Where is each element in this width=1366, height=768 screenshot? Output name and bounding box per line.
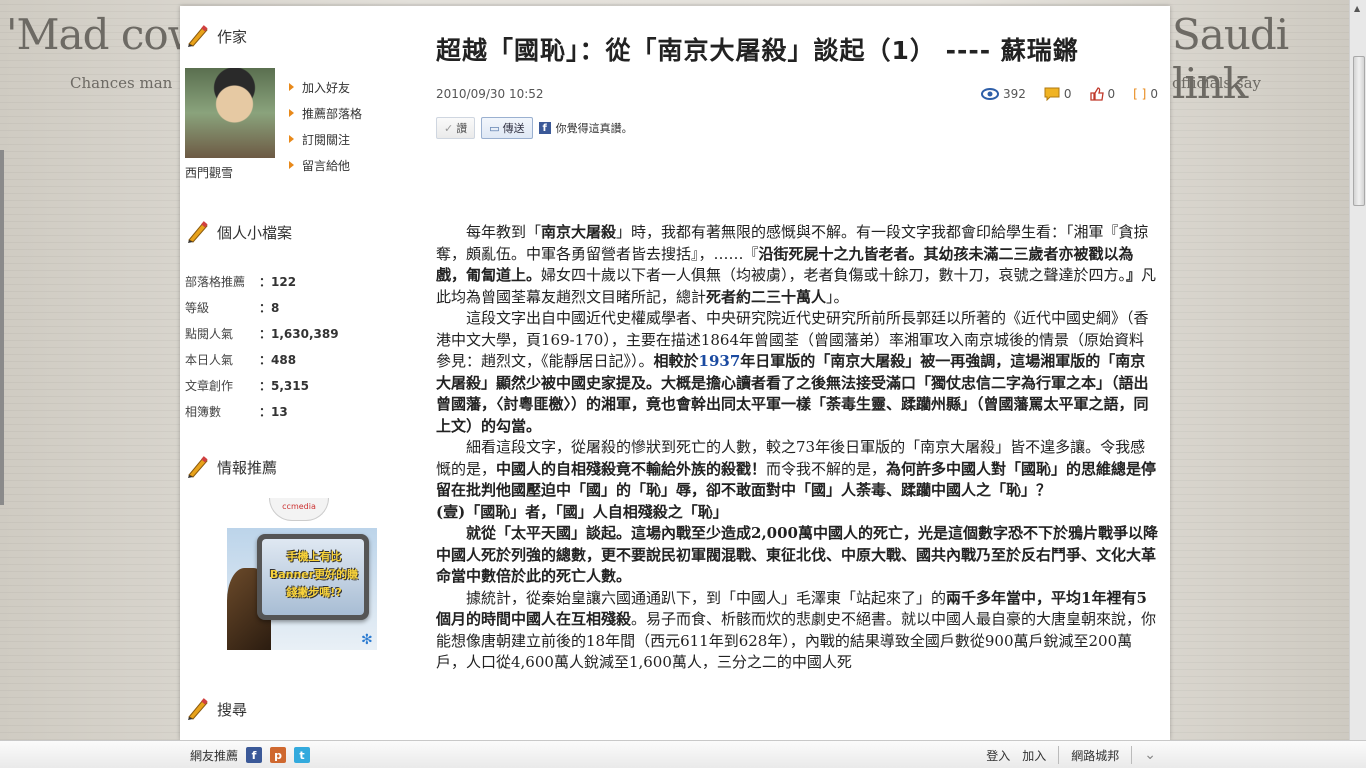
join-link[interactable]: 加入 <box>1022 747 1046 764</box>
search-heading-label: 搜尋 <box>217 700 248 719</box>
login-link[interactable]: 登入 <box>986 747 1010 764</box>
recommend-blog-link[interactable]: 推薦部落格 <box>289 100 362 126</box>
article-title: 超越「國恥」：從「南京大屠殺」談起（1） ---- 蘇瑞鏘 <box>436 36 1079 65</box>
add-friend-link[interactable]: 加入好友 <box>289 74 362 100</box>
eye-icon <box>980 88 999 100</box>
info-heading-label: 情報推薦 <box>217 458 278 477</box>
scrollbar-thumb[interactable] <box>1353 56 1365 206</box>
article-body: 每年教到「南京大屠殺」時，我都有著無限的感慨與不解。有一段文字我都會印給學生看：… <box>436 222 1158 674</box>
promo-text: 手機上有比Banner更好的賺錢撇步嗎!? <box>269 550 359 599</box>
arrow-icon <box>289 135 294 143</box>
thumbs-up-icon <box>1089 87 1104 101</box>
pencil-icon <box>185 220 211 244</box>
plurk-icon[interactable]: p <box>270 747 287 763</box>
like-button[interactable]: ✓ 讚 <box>436 117 476 139</box>
ccmedia-logo: ccmedia <box>269 498 329 521</box>
article-main: 超越「國恥」：從「南京大屠殺」談起（1） ---- 蘇瑞鏘 2010/09/30… <box>436 30 1158 671</box>
comments-counter[interactable]: 0 <box>1044 87 1072 101</box>
stat-row: 點閱人氣 ：1,630,389 <box>185 326 339 341</box>
paragraph: 細看這段文字，從屠殺的慘狀到死亡的人數，較之73年後日軍版的「南京大屠殺」皆不遑… <box>436 438 1157 499</box>
bg-headline-left: 'Mad cow <box>6 10 204 59</box>
subscribe-link[interactable]: 訂閱關注 <box>289 126 362 152</box>
twitter-icon[interactable]: t <box>294 747 311 763</box>
stat-row: 本日人氣 ：488 <box>185 352 297 367</box>
comment-icon <box>1044 87 1060 101</box>
views-counter: 392 <box>980 87 1026 101</box>
share-bar: 網友推薦 f p t <box>190 741 311 768</box>
chevron-down-icon[interactable]: ⌄ <box>1144 747 1156 763</box>
bg-headline-right: Saudi link <box>1172 10 1289 108</box>
paragraph: 據統計，從秦始皇讓六國通通趴下，到「中國人」毛澤東「站起來了」的兩千多年當中，平… <box>436 588 1157 672</box>
facebook-like[interactable]: f 你覺得這真讚。 <box>538 120 633 136</box>
pencil-icon <box>185 697 211 721</box>
divider <box>1058 746 1060 764</box>
bg-subhead-right: officials say <box>1172 74 1262 92</box>
facebook-icon: f <box>538 122 551 134</box>
profile-heading-label: 個人小檔案 <box>217 223 293 242</box>
stat-row: 等級 ：8 <box>185 300 280 315</box>
article-actions: ✓ 讚 ▭ 傳送 f 你覺得這真讚。 <box>436 116 1158 140</box>
recommend-label: 網友推薦 <box>190 748 239 763</box>
sparkle-icon: ✻ <box>361 632 373 648</box>
bottom-toolbar: 網友推薦 f p t 登入 加入 網路城邦 ⌄ <box>0 740 1366 768</box>
stat-row: 文章創作 ：5,315 <box>185 378 309 393</box>
blog-page: 作家 西門觀雪 加入好友 推薦部落格 訂閱關注 留言給他 個人小檔案 部落格推薦… <box>180 6 1170 740</box>
article-meta: 2010/09/30 10:52 392 0 0 [ ] 0 <box>436 84 1158 104</box>
bracket-icon: [ ] <box>1133 87 1147 101</box>
info-heading: 情報推薦 <box>185 452 277 482</box>
scroll-up-icon[interactable]: ▲ <box>1354 4 1360 13</box>
search-heading: 搜尋 <box>185 694 247 724</box>
article-counters: 392 0 0 [ ] 0 <box>980 87 1158 101</box>
arrow-icon <box>289 83 294 91</box>
share-icon: ▭ <box>489 121 500 135</box>
quotes-counter[interactable]: [ ] 0 <box>1133 87 1158 101</box>
check-icon: ✓ <box>444 121 454 135</box>
share-button[interactable]: ▭ 傳送 <box>481 117 533 139</box>
divider <box>1131 746 1133 764</box>
left-edge-bar <box>0 150 4 505</box>
facebook-icon[interactable]: f <box>246 747 263 763</box>
arrow-icon <box>289 109 294 117</box>
stat-row: 相簿數 ：13 <box>185 404 288 419</box>
arrow-icon <box>289 161 294 169</box>
bg-subhead-left: Chances man <box>70 74 173 92</box>
paragraph: 這段文字出自中國近代史權威學者、中央研究院近代史研究所前所長郭廷以所著的《近代中… <box>436 309 1149 435</box>
stat-row: 部落格推薦 ：122 <box>185 274 297 289</box>
section-heading: (壹)「國恥」者，「國」人自相殘殺之「恥」 <box>436 502 728 521</box>
paragraph: 就從「太平天國」談起。這場內戰至少造成2,000萬中國人的死亡，光是這個數字恐不… <box>436 524 1158 585</box>
promo-phone: 手機上有比Banner更好的賺錢撇步嗎!? <box>257 534 369 620</box>
promo-banner[interactable]: ccmedia 手機上有比Banner更好的賺錢撇步嗎!? ✻ <box>227 498 379 650</box>
author-name[interactable]: 西門觀雪 <box>185 164 233 181</box>
avatar[interactable] <box>185 68 275 158</box>
pencil-icon <box>185 455 211 479</box>
article-datetime: 2010/09/30 10:52 <box>436 87 544 101</box>
leave-message-link[interactable]: 留言給他 <box>289 152 362 178</box>
author-heading: 作家 <box>185 21 247 51</box>
profile-links: 加入好友 推薦部落格 訂閱關注 留言給他 <box>289 74 362 178</box>
likes-counter[interactable]: 0 <box>1089 87 1115 101</box>
city-link[interactable]: 網路城邦 <box>1071 747 1119 764</box>
profile-stats: 部落格推薦 ：122 等級 ：8 點閱人氣 ：1,630,389 本日人氣 ：488 文… <box>185 268 385 424</box>
profile-heading: 個人小檔案 <box>185 217 292 247</box>
author-heading-label: 作家 <box>217 27 248 46</box>
account-bar: 登入 加入 網路城邦 ⌄ <box>986 741 1156 768</box>
paragraph: 每年教到「南京大屠殺」時，我都有著無限的感慨與不解。有一段文字我都會印給學生看：… <box>436 223 1157 306</box>
pencil-icon <box>185 24 211 48</box>
vertical-scrollbar[interactable]: ▲ <box>1349 0 1366 740</box>
